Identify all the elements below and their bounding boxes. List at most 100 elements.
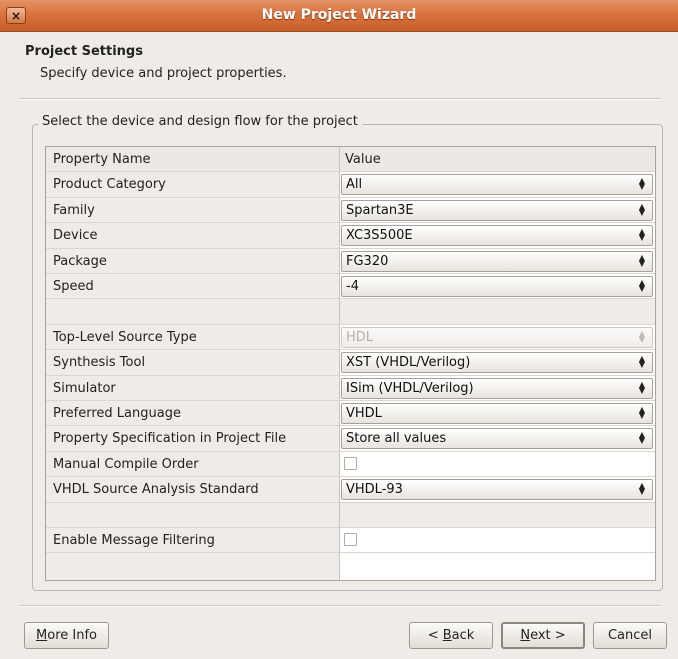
table-row: Preferred Language VHDL ▲ ▼ xyxy=(46,401,655,427)
updown-arrows-icon: ▲ ▼ xyxy=(638,278,646,293)
table-row-spacer xyxy=(46,299,655,325)
select-value: ISim (VHDL/Verilog) xyxy=(346,380,474,396)
value-cell: VHDL ▲ ▼ xyxy=(340,401,655,427)
value-cell: Spartan3E ▲ ▼ xyxy=(340,197,655,224)
updown-arrows-icon: ▲ ▼ xyxy=(638,354,646,370)
title-bar: × New Project Wizard xyxy=(0,0,678,32)
next-button[interactable]: Next > xyxy=(501,622,585,649)
empty-cell xyxy=(46,502,340,528)
value-cell: Store all values ▲ ▼ xyxy=(340,426,655,452)
button-label-prefix: < xyxy=(427,628,443,643)
empty-cell xyxy=(340,502,655,528)
table-row: Product Category All ▲ ▼ xyxy=(46,172,655,198)
top-level-source-type-select: HDL ▲ ▼ xyxy=(341,326,653,348)
more-info-button[interactable]: More Info xyxy=(24,622,109,649)
button-mnemonic: N xyxy=(520,628,531,643)
property-label: Property Specification in Project File xyxy=(46,426,340,452)
simulator-select[interactable]: ISim (VHDL/Verilog) ▲ ▼ xyxy=(341,377,653,399)
button-mnemonic: B xyxy=(442,628,452,643)
device-select[interactable]: XC3S500E ▲ ▼ xyxy=(341,225,653,247)
updown-arrows-icon: ▲ ▼ xyxy=(638,201,646,217)
select-value: -4 xyxy=(346,279,359,294)
page-title: Project Settings xyxy=(25,44,143,59)
settings-group-legend: Select the device and design flow for th… xyxy=(38,114,362,129)
table-row: Speed -4 ▲ ▼ xyxy=(46,274,655,300)
button-label: ore Info xyxy=(47,628,97,643)
table-row: Property Specification in Project File S… xyxy=(46,426,655,452)
button-label: ack xyxy=(451,628,475,643)
table-row-spacer xyxy=(46,502,655,528)
property-label: Synthesis Tool xyxy=(46,350,340,376)
property-specification-select[interactable]: Store all values ▲ ▼ xyxy=(341,428,653,450)
vhdl-standard-select[interactable]: VHDL-93 ▲ ▼ xyxy=(341,479,653,501)
updown-arrows-icon: ▲ ▼ xyxy=(638,481,646,497)
updown-arrows-icon: ▲ ▼ xyxy=(638,176,646,192)
product-category-select[interactable]: All ▲ ▼ xyxy=(341,174,653,196)
empty-cell xyxy=(46,553,340,580)
header-divider xyxy=(20,98,660,100)
property-label: Enable Message Filtering xyxy=(46,528,340,554)
value-cell: FG320 ▲ ▼ xyxy=(340,248,655,274)
cancel-button[interactable]: Cancel xyxy=(593,622,667,649)
table-row: Package FG320 ▲ ▼ xyxy=(46,248,655,274)
updown-arrows-icon: ▲ ▼ xyxy=(638,227,646,243)
property-label: Preferred Language xyxy=(46,401,340,427)
property-label: Simulator xyxy=(46,375,340,401)
property-label: Device xyxy=(46,223,340,249)
select-value: FG320 xyxy=(346,253,389,269)
empty-cell xyxy=(340,299,655,325)
property-label: Manual Compile Order xyxy=(46,451,340,478)
value-cell: HDL ▲ ▼ xyxy=(340,324,655,351)
preferred-language-select[interactable]: VHDL ▲ ▼ xyxy=(341,403,653,424)
select-value: XST (VHDL/Verilog) xyxy=(346,355,471,371)
table-row: Device XC3S500E ▲ ▼ xyxy=(46,223,655,249)
select-value: VHDL xyxy=(346,406,382,421)
table-header-row: Property Name Value xyxy=(46,147,655,173)
speed-select[interactable]: -4 ▲ ▼ xyxy=(341,276,653,297)
table-row: Synthesis Tool XST (VHDL/Verilog) ▲ ▼ xyxy=(46,350,655,376)
property-label: Package xyxy=(46,248,340,274)
updown-arrows-icon: ▲ ▼ xyxy=(638,405,646,420)
table-row: Simulator ISim (VHDL/Verilog) ▲ ▼ xyxy=(46,375,655,401)
column-header-property: Property Name xyxy=(46,147,340,173)
button-label: ext > xyxy=(530,628,566,643)
select-value: HDL xyxy=(346,329,374,345)
property-label: VHDL Source Analysis Standard xyxy=(46,477,340,503)
property-label: Product Category xyxy=(46,172,340,198)
value-cell: ISim (VHDL/Verilog) ▲ ▼ xyxy=(340,375,655,401)
property-label: Top-Level Source Type xyxy=(46,324,340,351)
property-label: Speed xyxy=(46,274,340,300)
synthesis-tool-select[interactable]: XST (VHDL/Verilog) ▲ ▼ xyxy=(341,352,653,374)
value-cell: -4 ▲ ▼ xyxy=(340,274,655,300)
table-row: VHDL Source Analysis Standard VHDL-93 ▲ ▼ xyxy=(46,477,655,503)
page-subtitle: Specify device and project properties. xyxy=(40,66,287,81)
select-value: All xyxy=(346,177,363,193)
table-row: Top-Level Source Type HDL ▲ ▼ xyxy=(46,324,655,351)
manual-compile-order-checkbox[interactable] xyxy=(344,456,357,470)
column-header-value: Value xyxy=(340,147,655,173)
table-row-spacer xyxy=(46,553,655,580)
updown-arrows-icon: ▲ ▼ xyxy=(638,252,646,268)
updown-arrows-icon: ▲ ▼ xyxy=(638,379,646,395)
enable-message-filtering-checkbox[interactable] xyxy=(344,533,357,546)
empty-cell xyxy=(46,299,340,325)
button-mnemonic: M xyxy=(36,628,48,643)
package-select[interactable]: FG320 ▲ ▼ xyxy=(341,250,653,272)
select-value: Spartan3E xyxy=(346,202,414,218)
family-select[interactable]: Spartan3E ▲ ▼ xyxy=(341,199,653,221)
updown-arrows-icon: ▲ ▼ xyxy=(638,430,646,446)
footer-divider xyxy=(20,605,660,607)
select-value: VHDL-93 xyxy=(346,482,403,498)
empty-cell xyxy=(340,553,655,580)
value-cell xyxy=(340,528,655,554)
window-title: New Project Wizard xyxy=(261,7,417,23)
back-button[interactable]: < Back xyxy=(409,622,493,649)
select-value: Store all values xyxy=(346,431,447,447)
table-row: Enable Message Filtering xyxy=(46,528,655,554)
table-row: Family Spartan3E ▲ ▼ xyxy=(46,197,655,224)
value-cell xyxy=(340,451,655,478)
table-row: Manual Compile Order xyxy=(46,451,655,478)
property-label: Family xyxy=(46,197,340,224)
properties-table: Property Name Value Product Category All… xyxy=(45,146,656,581)
value-cell: XST (VHDL/Verilog) ▲ ▼ xyxy=(340,350,655,376)
